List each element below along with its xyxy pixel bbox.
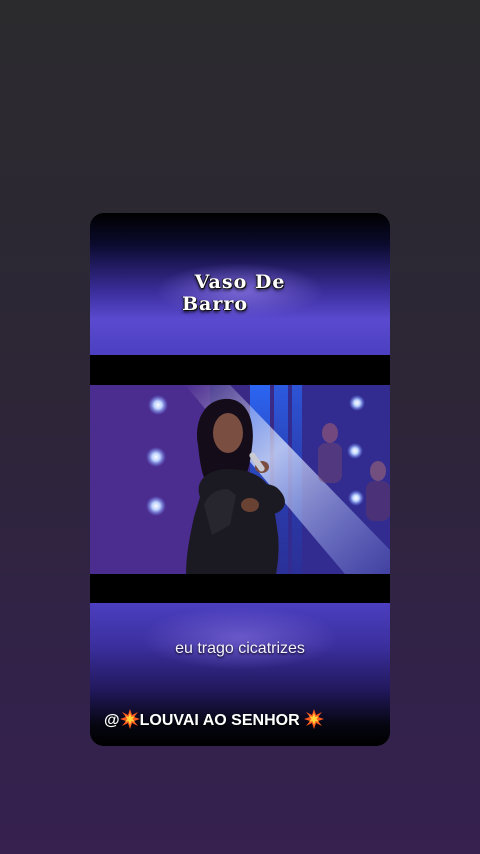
channel-tag[interactable]: @ LOUVAI AO SENHOR (104, 709, 325, 730)
stage-light (146, 496, 166, 516)
stage-light (146, 447, 166, 467)
caption-panel: eu trago cicatrizes @ LOUVAI AO SENHOR (90, 603, 390, 746)
letterbox-bottom (90, 574, 390, 603)
letterbox-top (90, 355, 390, 385)
channel-tag-name: LOUVAI AO SENHOR (139, 712, 300, 729)
lyric-caption: eu trago cicatrizes (175, 640, 305, 657)
stage-light (349, 395, 365, 411)
collision-burst-icon (119, 709, 140, 729)
channel-tag-prefix: @ (104, 712, 120, 729)
video-title-line-1: Vaso De (194, 271, 286, 293)
collision-burst-icon (304, 709, 325, 729)
stage-light (148, 395, 168, 415)
stage-scene (90, 385, 390, 574)
stage-light (347, 443, 363, 459)
video-frame[interactable] (90, 385, 390, 574)
title-banner: Vaso De Barro (90, 213, 390, 355)
video-title-line-2: Barro (181, 293, 249, 315)
story-video-card[interactable]: Vaso De Barro eu trago cicatrizes @ LOUV… (90, 213, 390, 746)
video-title: Vaso De Barro (90, 271, 390, 315)
stage-light (348, 490, 364, 506)
